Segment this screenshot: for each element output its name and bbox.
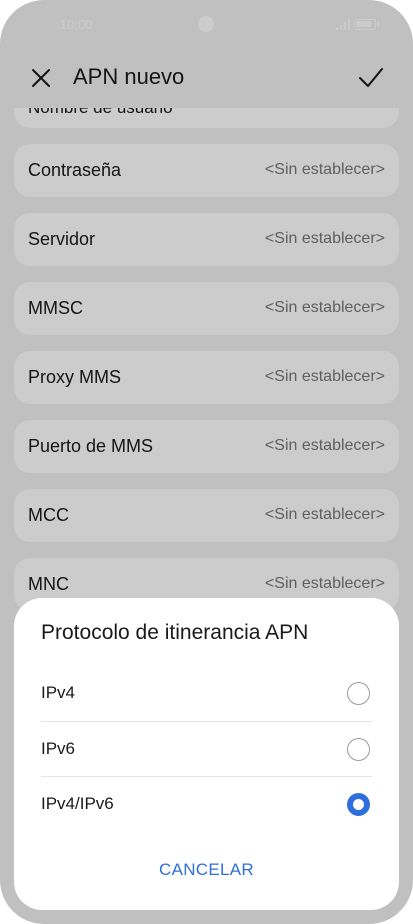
cancel-button[interactable]: CANCELAR xyxy=(134,860,279,886)
roaming-protocol-dialog: Protocolo de itinerancia APN IPv4 IPv6 I… xyxy=(14,598,399,910)
option-ipv4-ipv6[interactable]: IPv4/IPv6 xyxy=(41,777,372,832)
option-ipv4[interactable]: IPv4 xyxy=(41,666,372,721)
dialog-title: Protocolo de itinerancia APN xyxy=(41,621,309,644)
radio-button[interactable] xyxy=(347,682,370,705)
option-label: IPv6 xyxy=(41,739,76,758)
phone-screen: 10:00 APN nuevo Nombre de usuario Contra… xyxy=(0,0,413,924)
radio-button[interactable] xyxy=(347,738,370,761)
option-ipv6[interactable]: IPv6 xyxy=(41,722,372,777)
option-label: IPv4/IPv6 xyxy=(41,794,114,813)
radio-button-selected[interactable] xyxy=(347,793,370,816)
option-label: IPv4 xyxy=(41,683,76,702)
